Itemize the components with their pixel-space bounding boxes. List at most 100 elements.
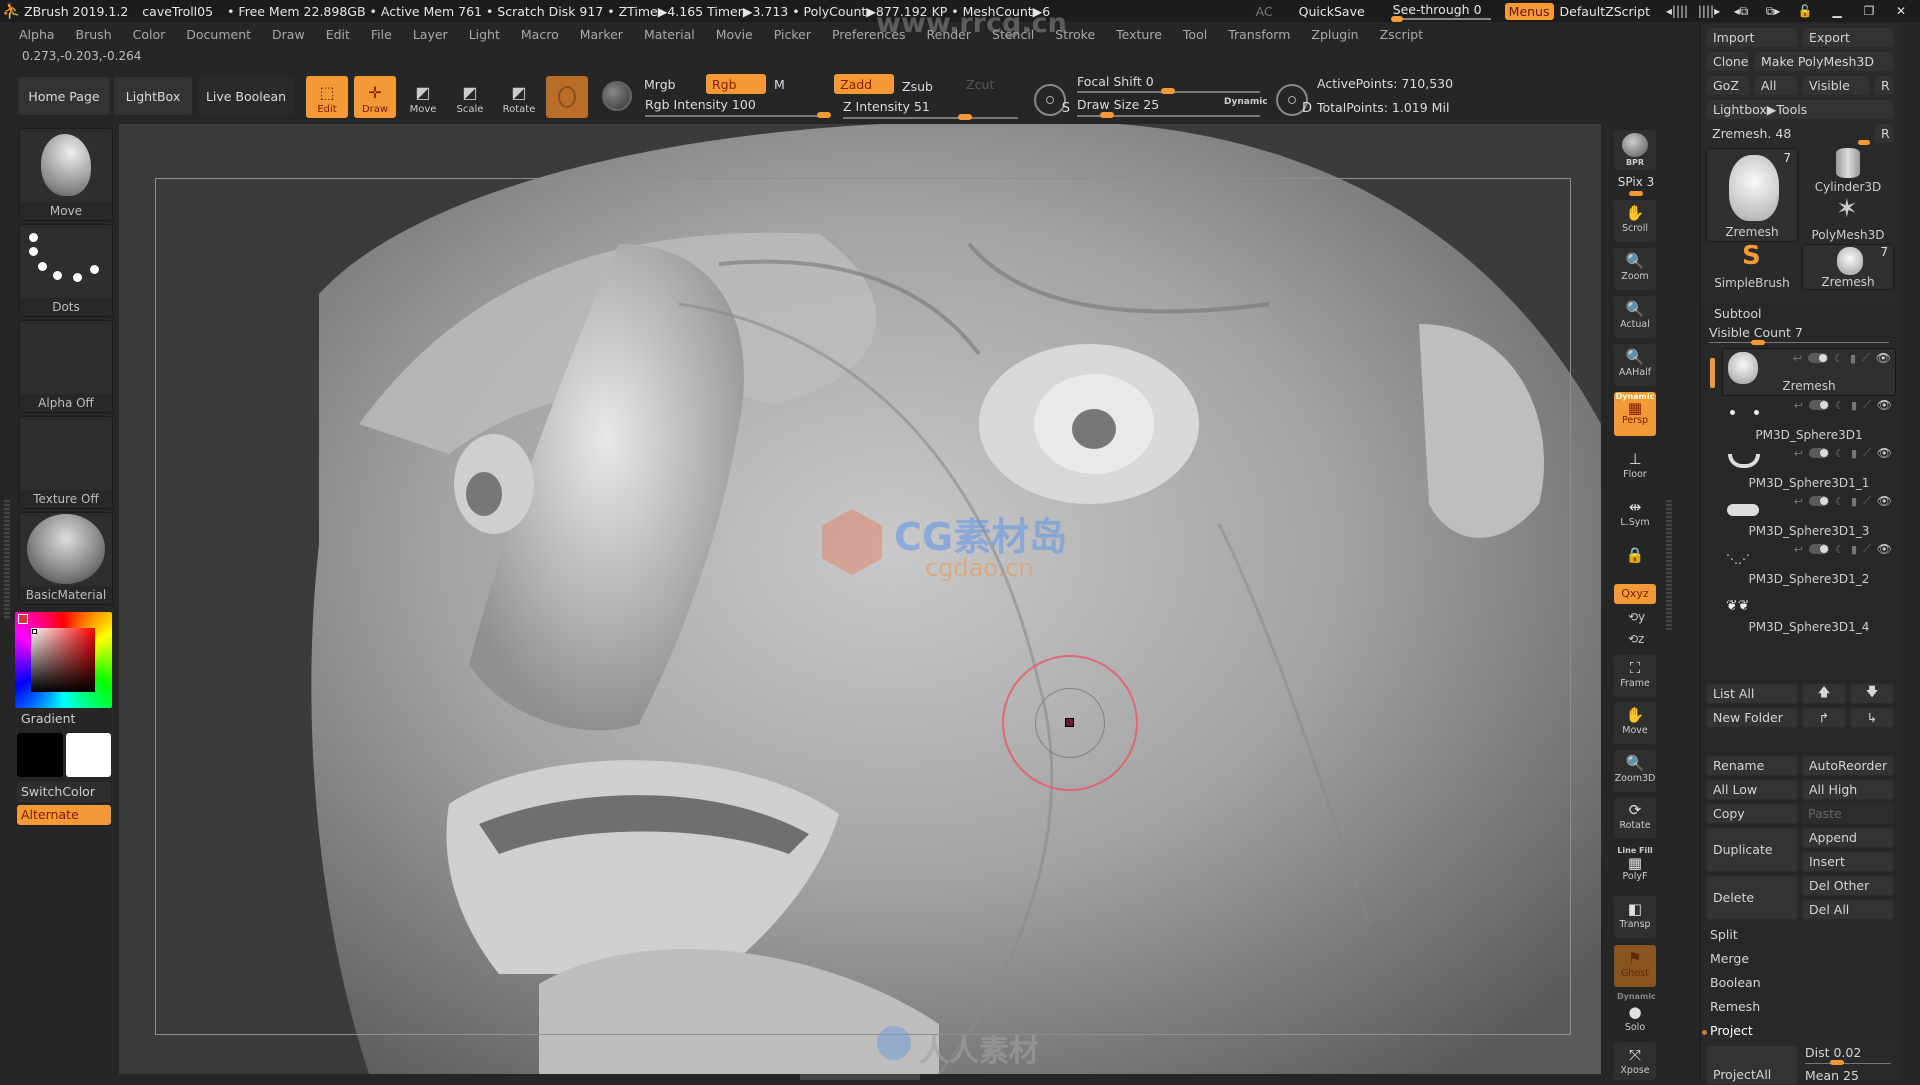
move3d-button[interactable]: ✋ Move: [1614, 702, 1656, 744]
subtool-item-sphere3d1-1[interactable]: ↩ ☾ ▮ ⟋ 👁 PM3D_Sphere3D1_1: [1722, 444, 1896, 492]
zoom3d-button[interactable]: 🔍 Zoom3D: [1614, 750, 1656, 792]
left-tray-handle[interactable]: [4, 500, 10, 620]
folder-arrow-icon[interactable]: ↩: [1794, 447, 1803, 460]
main-color-swatch[interactable]: [17, 733, 63, 777]
hue-marker[interactable]: [18, 614, 28, 624]
stroke-selector[interactable]: Dots: [19, 224, 113, 317]
minimize-icon[interactable]: ▁: [1824, 4, 1850, 18]
lightbox-button[interactable]: LightBox: [114, 77, 192, 115]
rotate3d-button[interactable]: ⟳ Rotate: [1614, 797, 1656, 839]
menu-texture[interactable]: Texture: [1116, 27, 1162, 42]
aahalf-button[interactable]: 🔍 AAHalf: [1614, 344, 1656, 386]
dynamic-brush-icon[interactable]: D: [1276, 84, 1312, 116]
move-out-folder-button[interactable]: ↳: [1850, 707, 1894, 728]
alpha-selector[interactable]: Alpha Off: [19, 320, 113, 413]
spix-knob[interactable]: [1629, 191, 1643, 196]
zcut-button[interactable]: Zcut: [960, 74, 1020, 94]
move-down-button[interactable]: 🡇: [1850, 683, 1894, 704]
default-zscript-button[interactable]: DefaultZScript: [1560, 4, 1651, 19]
del-all-button[interactable]: Del All: [1802, 899, 1894, 920]
camera-lock-button[interactable]: 🔒: [1614, 542, 1656, 572]
close-icon[interactable]: ✕: [1888, 4, 1914, 18]
edit-button[interactable]: ⬚ Edit: [306, 76, 348, 118]
clone-button[interactable]: Clone: [1706, 51, 1750, 72]
expand-ui-icon[interactable]: ||||▸: [1696, 4, 1722, 18]
goz-all-button[interactable]: All: [1754, 75, 1798, 96]
project-section[interactable]: Project: [1710, 1023, 1753, 1038]
paste-button[interactable]: Paste: [1802, 803, 1894, 824]
new-folder-button[interactable]: New Folder: [1706, 707, 1798, 728]
menus-button[interactable]: Menus: [1504, 2, 1554, 20]
prev-layout-icon[interactable]: ◂⧉: [1728, 4, 1754, 19]
alternate-button[interactable]: Alternate: [17, 805, 111, 825]
pen-icon[interactable]: ⟋: [1862, 351, 1870, 365]
import-button[interactable]: Import: [1706, 27, 1798, 48]
remesh-section[interactable]: Remesh: [1710, 999, 1760, 1014]
switch-color-button[interactable]: SwitchColor: [17, 782, 111, 802]
texture-selector[interactable]: Texture Off: [19, 416, 113, 509]
folder-arrow-icon[interactable]: ↩: [1794, 495, 1803, 508]
eye-icon[interactable]: 👁: [1877, 542, 1892, 556]
xyz-rotate-button[interactable]: Qxyz: [1614, 584, 1656, 604]
polypaint-toggle[interactable]: [1808, 353, 1829, 363]
solo-button[interactable]: ● Solo: [1614, 1002, 1656, 1036]
menu-layer[interactable]: Layer: [413, 27, 448, 42]
y-rotate-icon[interactable]: ⟲y: [1628, 610, 1645, 624]
gradient-label[interactable]: Gradient: [21, 711, 75, 726]
duplicate-button[interactable]: Duplicate: [1706, 827, 1798, 872]
draw-button[interactable]: ✛ Draw: [354, 76, 396, 118]
menu-draw[interactable]: Draw: [272, 27, 305, 42]
eye-icon[interactable]: 👁: [1877, 398, 1892, 412]
shrink-ui-icon[interactable]: ◂||||: [1664, 4, 1690, 18]
move-button[interactable]: ◩ Move: [402, 76, 444, 118]
color-sphere-icon[interactable]: [602, 81, 632, 111]
make-polymesh-button[interactable]: Make PolyMesh3D: [1754, 51, 1894, 72]
z-intensity-knob[interactable]: [958, 114, 972, 120]
subtool-item-sphere3d1-3[interactable]: ↩ ☾ ▮ ⟋ 👁 PM3D_Sphere3D1_3: [1722, 492, 1896, 540]
polypaint-toggle[interactable]: [1809, 448, 1830, 458]
canvas-viewport[interactable]: CG素材岛 cgdao.cn 人人素材: [119, 124, 1601, 1074]
moon-icon[interactable]: ☾: [1835, 495, 1845, 508]
pen-icon[interactable]: ⟋: [1863, 446, 1871, 460]
viewport-bottom-scrollbar[interactable]: [800, 1074, 920, 1080]
polypaint-toggle[interactable]: [1809, 496, 1830, 506]
zoom-button[interactable]: 🔍 Zoom: [1614, 248, 1656, 290]
pen-icon[interactable]: ⟋: [1863, 398, 1871, 412]
menu-edit[interactable]: Edit: [326, 27, 350, 42]
lock-icon[interactable]: 🔓: [1792, 4, 1818, 18]
ghost-button[interactable]: ⚑ Ghost: [1614, 945, 1656, 987]
auto-reorder-button[interactable]: AutoReorder: [1802, 755, 1894, 776]
dim-icon[interactable]: ▮: [1851, 399, 1857, 412]
menu-document[interactable]: Document: [186, 27, 251, 42]
pen-icon[interactable]: ⟋: [1863, 494, 1871, 508]
ac-button[interactable]: AC: [1256, 4, 1273, 19]
subtool-item-sphere3d1-4[interactable]: ❦❦ PM3D_Sphere3D1_4: [1722, 588, 1896, 636]
transp-button[interactable]: ◧ Transp: [1614, 896, 1656, 938]
moon-icon[interactable]: ☾: [1835, 543, 1845, 556]
moon-icon[interactable]: ☾: [1835, 447, 1845, 460]
m-button[interactable]: M: [768, 74, 824, 94]
menu-zplugin[interactable]: Zplugin: [1311, 27, 1358, 42]
rgb-button[interactable]: Rgb: [706, 74, 766, 94]
polyf-button[interactable]: Line Fill ▦ PolyF: [1614, 846, 1656, 888]
focal-shift-knob[interactable]: [1161, 88, 1175, 94]
rotate-button[interactable]: ◩ Rotate: [498, 76, 540, 118]
dist-slider-knob[interactable]: [1830, 1060, 1844, 1065]
scroll-button[interactable]: ✋ Scroll: [1614, 200, 1656, 242]
color-cursor[interactable]: [32, 629, 37, 634]
goz-visible-button[interactable]: Visible: [1802, 75, 1870, 96]
eye-icon[interactable]: 👁: [1877, 494, 1892, 508]
copy-button[interactable]: Copy: [1706, 803, 1798, 824]
dim-icon[interactable]: ▮: [1851, 495, 1857, 508]
split-section[interactable]: Split: [1710, 927, 1738, 942]
export-button[interactable]: Export: [1802, 27, 1894, 48]
moon-icon[interactable]: ☾: [1834, 352, 1844, 365]
del-other-button[interactable]: Del Other: [1802, 875, 1894, 896]
xpose-button[interactable]: ⤧ Xpose: [1614, 1042, 1656, 1080]
menu-transform[interactable]: Transform: [1228, 27, 1290, 42]
mrgb-button[interactable]: Mrgb: [638, 74, 698, 94]
menu-tool[interactable]: Tool: [1183, 27, 1207, 42]
next-layout-icon[interactable]: ⧉▸: [1760, 4, 1786, 19]
subtool-title[interactable]: Subtool: [1714, 306, 1761, 321]
right-tray-handle[interactable]: [1666, 500, 1672, 630]
